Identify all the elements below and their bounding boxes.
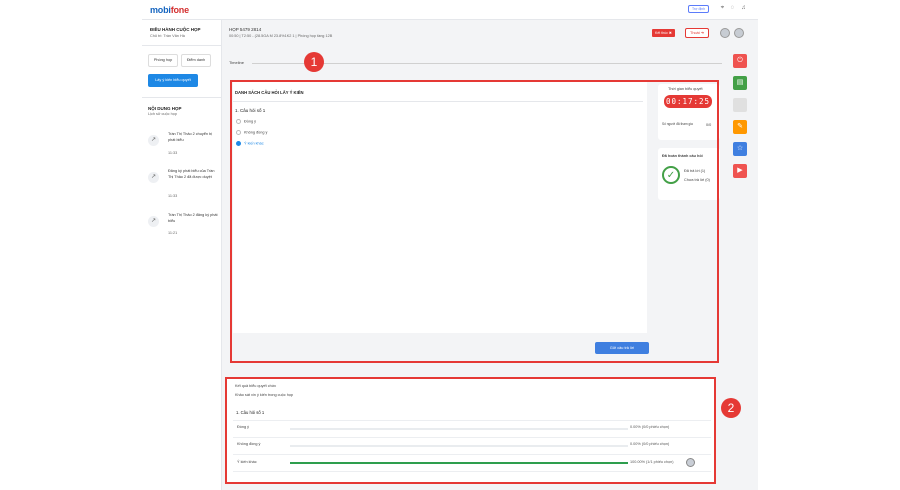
video-icon[interactable]: ▶ (733, 164, 747, 178)
request-vote-button[interactable]: Lấy ý kiến biểu quyết (148, 74, 198, 87)
sidebar-chair: Chủ trì: Trần Văn Hà (150, 34, 185, 38)
avatar[interactable] (734, 28, 744, 38)
activity-time: 11:33 (168, 194, 178, 198)
meeting-id: HỌP 5479 2814 (229, 27, 262, 32)
activity-time: 11:21 (168, 231, 178, 235)
meeting-content-title: NỘI DUNG HỌP (148, 106, 182, 111)
exit-button[interactable]: Thoát ➜ (685, 28, 709, 38)
bell-icon[interactable]: ♫ (740, 5, 747, 12)
power-icon[interactable]: ⏻ (733, 54, 747, 68)
top-bar (142, 0, 758, 20)
mobifone-logo[interactable]: mobifone (150, 5, 189, 15)
meeting-history-label: Lịch sử cuộc họp (148, 112, 177, 116)
marker-2: 2 (721, 398, 741, 418)
chat-icon[interactable]: ◌ (729, 5, 736, 12)
document-icon[interactable]: ▤ (733, 76, 747, 90)
edit-icon[interactable]: ✎ (733, 120, 747, 134)
activity-text: Trần Thị Thảo 2 đăng ký phát biểu (168, 213, 218, 223)
meeting-info: 00:50 | T2:50 - (28.5GA M 23.8%1K2 1 | P… (229, 34, 333, 38)
star-icon[interactable]: ☆ (733, 142, 747, 156)
sidebar (142, 20, 222, 490)
activity-text: Trần Thị Thảo 2 chuyển bị phát biểu (168, 132, 213, 142)
divider (142, 97, 222, 98)
highlight-box-1 (230, 80, 719, 363)
marker-1: 1 (304, 52, 324, 72)
highlight-box-2 (225, 377, 716, 484)
tab-attendance[interactable]: Điểm danh (181, 54, 211, 67)
help-button[interactable]: Trợ định (688, 5, 710, 13)
timeline-label: Timeline (229, 60, 244, 65)
fullscreen-icon[interactable]: ⌖ (719, 5, 726, 12)
speaker-icon: ↗ (148, 172, 159, 183)
tab-meeting-room[interactable]: Phòng họp (148, 54, 178, 67)
avatar[interactable] (720, 28, 730, 38)
divider (142, 45, 222, 46)
activity-time: 11:33 (168, 151, 178, 155)
speaker-icon: ↗ (148, 135, 159, 146)
blank-icon[interactable] (733, 98, 747, 112)
speaker-icon: ↗ (148, 216, 159, 227)
activity-text: Đăng ký phát biểu của Trần Thị Thảo 2 đã… (168, 169, 215, 179)
sidebar-title: ĐIỀU HÀNH CUỘC HỌP (150, 27, 201, 32)
end-meeting-button[interactable]: Kết thúc ✖ (652, 29, 675, 37)
